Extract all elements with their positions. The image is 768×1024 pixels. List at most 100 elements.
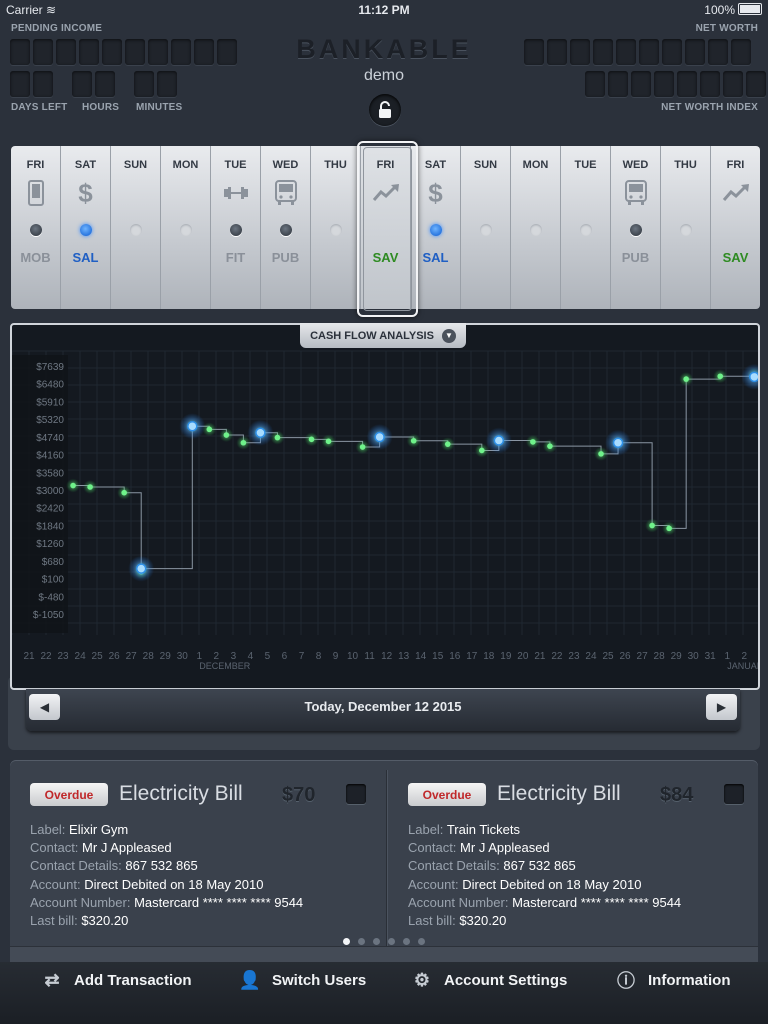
bill-amount: $84 bbox=[660, 784, 694, 806]
bill-last-bill-row: Last bill: $320.20 bbox=[408, 913, 506, 928]
last-bill-key: Last bill: bbox=[408, 913, 456, 928]
day-tile-12[interactable]: WED PUB bbox=[611, 146, 661, 309]
day-tile-9[interactable]: SUN bbox=[461, 146, 511, 309]
switch-users-label: Switch Users bbox=[272, 971, 367, 989]
net-worth-label: NET WORTH bbox=[695, 23, 758, 34]
net-worth-index-label: NET WORTH INDEX bbox=[661, 102, 758, 113]
bill-amount: $70 bbox=[282, 784, 316, 806]
bottom-toolbar: ⇄ Add Transaction 👤 Switch Users ⚙ Accou… bbox=[0, 962, 768, 1024]
last-bill-key: Last bill: bbox=[30, 913, 78, 928]
x-tick-label: 7 bbox=[299, 651, 305, 662]
day-indicator-dot bbox=[29, 224, 42, 236]
x-tick-label: 29 bbox=[160, 651, 172, 662]
day-tile-14[interactable]: FRI SAV bbox=[711, 146, 760, 309]
transfer-icon: ⇄ bbox=[44, 969, 60, 990]
battery-indicator: 100% bbox=[704, 3, 762, 17]
dollar-icon: $ bbox=[428, 177, 443, 208]
hours-label: HOURS bbox=[82, 102, 120, 113]
page-dot[interactable] bbox=[343, 938, 350, 945]
pending-income-label: PENDING INCOME bbox=[11, 23, 103, 34]
major-data-point bbox=[493, 435, 505, 446]
data-point bbox=[70, 482, 76, 489]
y-tick-label: $-1050 bbox=[33, 610, 65, 621]
day-tile-1[interactable]: SAT $ SAL bbox=[61, 146, 111, 309]
cash-flow-chart[interactable]: $7639 $6480 $5910 $5320 $4740 $4160 $3580 $3000… bbox=[10, 323, 760, 690]
y-tick-label: $4740 bbox=[36, 433, 64, 444]
bill-card[interactable]: Overdue Electricity Bill $70 Label: Elix… bbox=[10, 760, 383, 950]
next-date-button[interactable]: ▶ bbox=[706, 694, 737, 720]
account-value: Direct Debited on 18 May 2010 bbox=[462, 877, 642, 892]
add-transaction-button[interactable]: ⇄ Add Transaction bbox=[38, 969, 191, 990]
x-tick-label: 11 bbox=[364, 651, 375, 662]
overdue-badge: Overdue bbox=[408, 783, 486, 806]
overdue-badge: Overdue bbox=[30, 783, 108, 806]
major-data-point bbox=[187, 420, 198, 432]
unlock-icon bbox=[379, 101, 391, 118]
day-indicator-dot bbox=[529, 224, 542, 236]
contact-value: Mr J Appleased bbox=[82, 840, 172, 855]
page-dot[interactable] bbox=[388, 938, 395, 945]
day-indicator-dot bbox=[579, 224, 592, 236]
days-left-label: DAYS LEFT bbox=[11, 102, 68, 113]
day-name: MON bbox=[522, 159, 549, 171]
account-key: Account: bbox=[30, 877, 81, 892]
day-tile-4[interactable]: TUE FIT bbox=[211, 146, 261, 309]
day-tile-11[interactable]: TUE bbox=[561, 146, 611, 309]
day-tile-10[interactable]: MON bbox=[511, 146, 561, 309]
day-indicator-dot bbox=[179, 224, 192, 236]
bill-label-row: Label: Elixir Gym bbox=[30, 822, 128, 837]
page-indicator[interactable] bbox=[10, 938, 758, 945]
chevron-down-icon: ▼ bbox=[441, 328, 456, 343]
bill-paid-checkbox[interactable] bbox=[724, 784, 744, 804]
data-point bbox=[274, 434, 281, 441]
page-dot[interactable] bbox=[418, 938, 425, 945]
switch-users-button[interactable]: 👤 Switch Users bbox=[236, 970, 366, 990]
day-tile-3[interactable]: MON bbox=[161, 146, 211, 309]
chart-title: CASH FLOW ANALYSIS bbox=[310, 329, 434, 342]
day-tile-0[interactable]: FRI MOB bbox=[11, 146, 61, 309]
page-dot[interactable] bbox=[358, 938, 365, 945]
data-point bbox=[87, 484, 93, 490]
transaction-code: SAL bbox=[422, 250, 449, 265]
x-tick-label: 26 bbox=[109, 651, 121, 662]
day-name: THU bbox=[324, 159, 347, 171]
x-tick-label: 19 bbox=[500, 651, 512, 662]
data-point bbox=[479, 447, 485, 454]
day-tile-6[interactable]: THU bbox=[311, 146, 361, 309]
phone-icon bbox=[11, 178, 60, 208]
page-dot[interactable] bbox=[373, 938, 380, 945]
transaction-code: SAV bbox=[372, 250, 399, 265]
information-button[interactable]: ⓘ Information bbox=[612, 970, 731, 991]
day-name: WED bbox=[272, 159, 299, 171]
account-number-key: Account Number: bbox=[30, 895, 131, 910]
user-name: demo bbox=[363, 67, 405, 84]
bill-cards-panel[interactable]: Overdue Electricity Bill $70 Label: Elix… bbox=[10, 760, 761, 976]
day-tile-5[interactable]: WED PUB bbox=[261, 146, 311, 309]
x-tick-label: 30 bbox=[177, 651, 189, 662]
dollar-icon: $ bbox=[78, 177, 93, 208]
account-key: Account: bbox=[408, 877, 459, 892]
data-point bbox=[649, 522, 655, 529]
day-name: TUE bbox=[224, 159, 247, 171]
data-point bbox=[598, 451, 604, 457]
bill-paid-checkbox[interactable] bbox=[346, 784, 366, 804]
month-label: JANUARY bbox=[727, 661, 758, 671]
day-tile-8[interactable]: SAT $ SAL bbox=[411, 146, 461, 309]
lock-button[interactable] bbox=[369, 94, 401, 126]
day-tile-13[interactable]: THU bbox=[661, 146, 711, 309]
account-settings-button[interactable]: ⚙ Account Settings bbox=[408, 970, 567, 990]
day-tile-2[interactable]: SUN bbox=[111, 146, 161, 309]
arrow-right-icon: ▶ bbox=[716, 700, 727, 714]
account-value: Direct Debited on 18 May 2010 bbox=[84, 877, 264, 892]
y-tick-label: $100 bbox=[42, 575, 65, 586]
day-tile-7[interactable]: FRI SAV bbox=[361, 146, 411, 309]
account-number-key: Account Number: bbox=[408, 895, 509, 910]
x-tick-label: 13 bbox=[398, 651, 410, 662]
data-point bbox=[121, 489, 127, 496]
bill-card[interactable]: Overdue Electricity Bill $84 Label: Trai… bbox=[388, 760, 761, 950]
page-dot[interactable] bbox=[403, 938, 410, 945]
label-key: Label: bbox=[30, 822, 66, 837]
day-name: SAT bbox=[424, 159, 447, 171]
bus-icon bbox=[261, 178, 310, 208]
cash-flow-analysis-dropdown[interactable]: CASH FLOW ANALYSIS ▼ bbox=[300, 323, 466, 348]
